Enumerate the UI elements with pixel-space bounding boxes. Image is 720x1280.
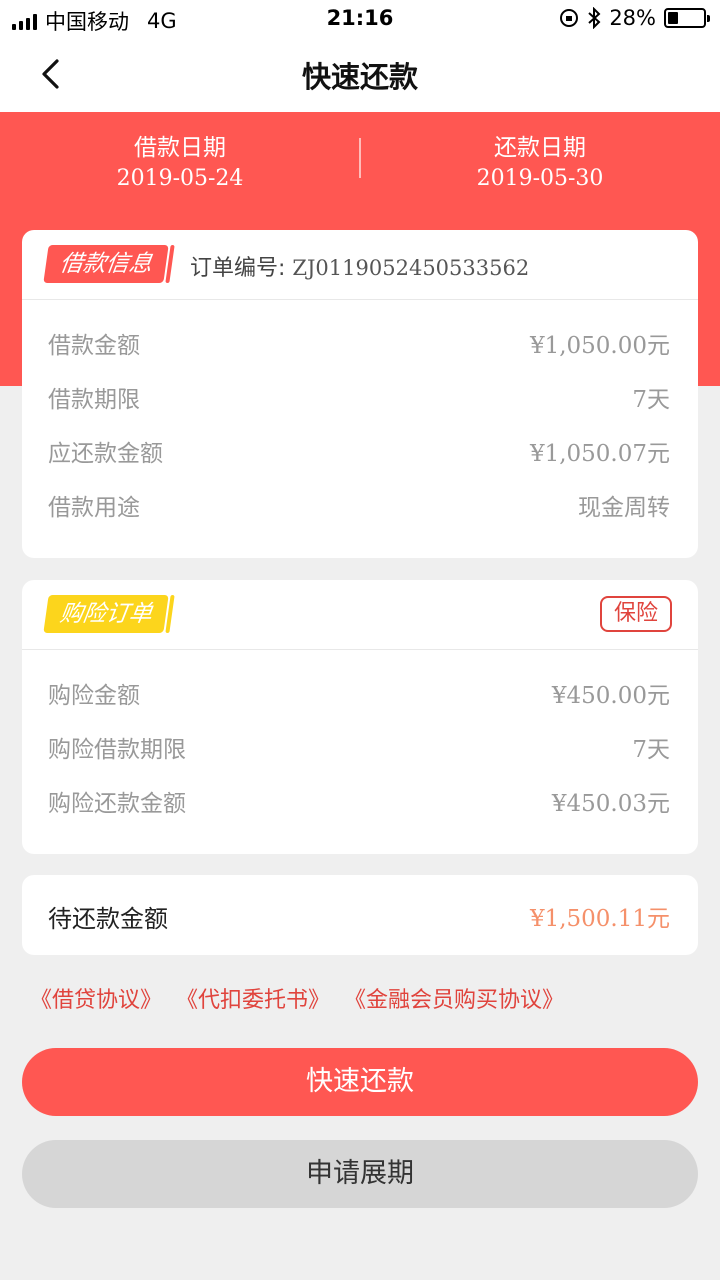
row-value: 现金周转 [578,495,670,521]
bluetooth-icon [588,7,601,29]
loan-agreement-link[interactable]: 《借贷协议》 [30,982,162,1014]
insurance-badge: 保险 [599,596,672,632]
loan-date-label: 借款日期 [134,135,226,161]
loan-date-value: 2019-05-24 [116,166,244,191]
orientation-lock-icon [560,9,579,27]
loan-date-block: 借款日期 2019-05-24 [0,128,360,191]
status-bar: 中国移动 4G 21:16 28% [0,0,720,36]
status-right: 28% [559,6,710,30]
nav-bar: 快速还款 [0,36,720,112]
insurance-card-header: 购险订单 保险 [22,580,698,650]
membership-agreement-link[interactable]: 《金融会员购买协议》 [344,982,564,1014]
row-label: 购险还款金额 [48,791,186,817]
row-label: 应还款金额 [48,441,163,467]
agreement-links: 《借贷协议》 《代扣委托书》 《金融会员购买协议》 [30,982,564,1014]
repay-date-value: 2019-05-30 [476,166,604,191]
row-label: 借款用途 [48,495,140,521]
amount-due-value: ¥1,500.11元 [529,906,670,932]
row-label: 借款期限 [48,387,140,413]
amount-due-label: 待还款金额 [48,905,168,933]
row-value: ¥450.00元 [551,683,670,709]
loan-row: 应还款金额 ¥1,050.07元 [22,422,698,476]
repay-date-label: 还款日期 [494,135,586,161]
row-label: 购险金额 [48,683,140,709]
loan-row: 借款金额 ¥1,050.00元 [22,314,698,368]
insurance-order-tag: 购险订单 [43,595,169,633]
order-number: 订单编号: ZJ0119052450533562 [190,250,529,282]
loan-row: 借款期限 7天 [22,368,698,422]
battery-percent: 28% [609,6,656,30]
row-value: ¥1,050.00元 [529,333,670,359]
order-number-label: 订单编号: [190,256,286,281]
battery-level [668,12,678,24]
quick-repay-button[interactable]: 快速还款 [22,1048,698,1116]
order-number-value: ZJ0119052450533562 [292,256,530,280]
insurance-rows: 购险金额 ¥450.00元 购险借款期限 7天 购险还款金额 ¥450.03元 [22,650,698,826]
row-value: ¥450.03元 [551,791,670,817]
repay-date-block: 还款日期 2019-05-30 [360,128,720,191]
loan-card-header: 借款信息 订单编号: ZJ0119052450533562 [22,230,698,300]
row-value: ¥1,050.07元 [529,441,670,467]
loan-rows: 借款金额 ¥1,050.00元 借款期限 7天 应还款金额 ¥1,050.07元… [22,300,698,530]
loan-info-card: 借款信息 订单编号: ZJ0119052450533562 借款金额 ¥1,05… [22,230,698,558]
loan-row: 借款用途 现金周转 [22,476,698,530]
insurance-order-card: 购险订单 保险 购险金额 ¥450.00元 购险借款期限 7天 购险还款金额 ¥… [22,580,698,854]
loan-info-tag: 借款信息 [43,245,169,283]
row-label: 购险借款期限 [48,737,186,763]
insurance-row: 购险借款期限 7天 [22,718,698,772]
amount-due-card: 待还款金额 ¥1,500.11元 [22,875,698,955]
page-title: 快速还款 [301,60,418,94]
battery-icon [664,8,710,28]
debit-authorization-link[interactable]: 《代扣委托书》 [176,982,330,1014]
row-label: 借款金额 [48,333,140,359]
apply-extension-button[interactable]: 申请展期 [22,1140,698,1208]
insurance-row: 购险还款金额 ¥450.03元 [22,772,698,826]
row-value: 7天 [632,737,670,763]
insurance-row: 购险金额 ¥450.00元 [22,664,698,718]
row-value: 7天 [632,387,670,413]
